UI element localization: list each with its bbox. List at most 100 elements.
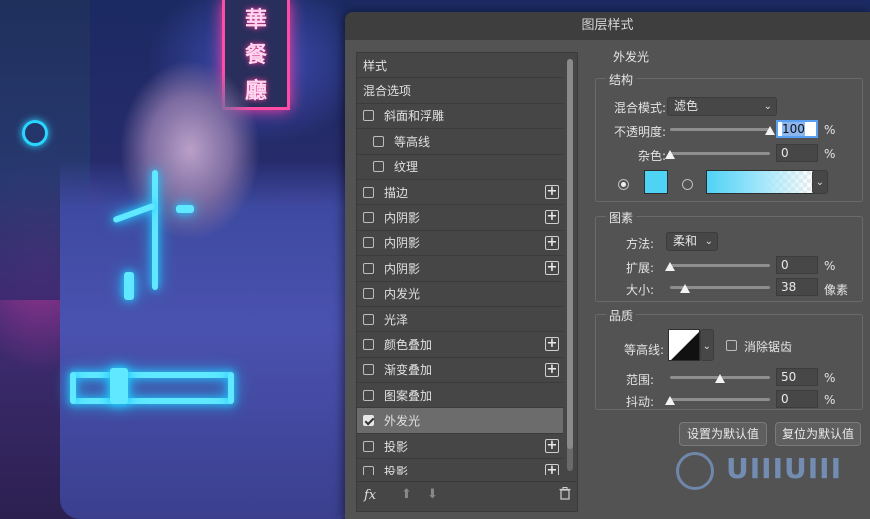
- style-list-item[interactable]: 光泽: [357, 307, 563, 333]
- style-list-item[interactable]: 纹理: [357, 155, 563, 180]
- add-style-plus-icon[interactable]: +: [545, 464, 559, 475]
- opacity-value: 100: [782, 122, 805, 136]
- neon-glow-stroke: [72, 398, 232, 404]
- noise-input[interactable]: 0: [776, 144, 818, 162]
- opacity-slider-thumb[interactable]: [765, 126, 775, 135]
- add-style-plus-icon[interactable]: +: [545, 438, 559, 453]
- contour-label: 等高线:: [624, 343, 665, 357]
- gradient-dropdown[interactable]: ⌄: [812, 170, 828, 194]
- style-checkbox[interactable]: [363, 338, 374, 350]
- style-list-item[interactable]: 内阴影 +: [357, 256, 563, 282]
- arrow-down-icon[interactable]: ⬇: [427, 487, 438, 502]
- neon-glow-stroke: [124, 272, 134, 300]
- style-checkbox[interactable]: [363, 110, 374, 122]
- trash-icon[interactable]: [559, 487, 571, 504]
- neon-glow-stroke: [72, 372, 232, 378]
- reset-default-button[interactable]: 复位为默认值: [775, 422, 861, 446]
- jitter-label: 抖动:: [626, 395, 655, 409]
- style-list-item[interactable]: 颜色叠加 +: [357, 332, 563, 358]
- add-style-plus-icon[interactable]: +: [545, 362, 559, 377]
- opacity-label: 不透明度:: [614, 125, 667, 139]
- method-select[interactable]: 柔和 ⌄: [666, 232, 718, 251]
- gradient-radio[interactable]: [682, 179, 693, 190]
- style-list-item[interactable]: 斜面和浮雕: [357, 104, 563, 130]
- style-item-label: 描边: [384, 185, 409, 200]
- outer-glow-heading: 外发光: [613, 50, 650, 64]
- style-checkbox[interactable]: [363, 364, 374, 376]
- antialias-checkbox[interactable]: [726, 340, 737, 351]
- spread-unit: %: [824, 259, 836, 273]
- style-checkbox[interactable]: [363, 262, 374, 274]
- size-input[interactable]: 38: [776, 278, 818, 296]
- style-checkbox[interactable]: [363, 465, 374, 475]
- neon-glow-stroke: [152, 170, 158, 290]
- style-list-item[interactable]: 等高线: [357, 129, 563, 155]
- neon-ring-sign: [22, 120, 48, 146]
- size-label: 大小:: [626, 283, 655, 297]
- opacity-slider[interactable]: [670, 128, 770, 131]
- glow-color-swatch[interactable]: [644, 170, 668, 194]
- noise-unit: %: [824, 147, 836, 161]
- style-list-item[interactable]: 内阴影 +: [357, 231, 563, 257]
- style-list-item[interactable]: 内阴影 +: [357, 205, 563, 231]
- style-list-item[interactable]: 外发光: [357, 408, 563, 434]
- style-list-item[interactable]: 投影 +: [357, 459, 563, 475]
- contour-dropdown[interactable]: ⌄: [700, 329, 714, 361]
- style-list-item[interactable]: 内发光: [357, 282, 563, 307]
- style-item-label: 外发光: [384, 414, 421, 429]
- size-slider-thumb[interactable]: [680, 284, 690, 293]
- style-checkbox[interactable]: [373, 161, 384, 173]
- chevron-down-icon: ⌄: [704, 236, 713, 247]
- style-checkbox[interactable]: [363, 313, 374, 325]
- style-checkbox[interactable]: [373, 135, 384, 147]
- style-item-label: 光泽: [384, 312, 409, 327]
- style-checkbox[interactable]: [363, 415, 374, 427]
- add-style-plus-icon[interactable]: +: [545, 184, 559, 199]
- style-checkbox[interactable]: [363, 440, 374, 452]
- arrow-up-icon[interactable]: ⬆: [401, 487, 412, 502]
- style-list-item[interactable]: 混合选项: [357, 78, 563, 104]
- noise-slider[interactable]: [670, 152, 770, 155]
- range-input[interactable]: 50: [776, 368, 818, 386]
- jitter-input[interactable]: 0: [776, 390, 818, 408]
- method-value: 柔和: [673, 234, 698, 248]
- style-list-item[interactable]: 图案叠加: [357, 383, 563, 409]
- jitter-slider[interactable]: [670, 398, 770, 401]
- opacity-unit: %: [824, 123, 836, 137]
- spread-label: 扩展:: [626, 261, 655, 275]
- style-list-item[interactable]: 渐变叠加 +: [357, 358, 563, 384]
- noise-slider-thumb[interactable]: [665, 150, 675, 159]
- contour-preview[interactable]: [668, 329, 700, 361]
- outer-glow-settings: 外发光 结构 混合模式: 滤色 ⌄ 不透明度: 100 % 杂色: 0 % ⌄ …: [595, 48, 870, 518]
- style-checkbox[interactable]: [363, 186, 374, 198]
- spread-slider[interactable]: [670, 264, 770, 267]
- spread-input[interactable]: 0: [776, 256, 818, 274]
- add-style-plus-icon[interactable]: +: [545, 235, 559, 250]
- style-checkbox[interactable]: [363, 288, 374, 300]
- add-style-plus-icon[interactable]: +: [545, 261, 559, 276]
- style-list-item[interactable]: 描边 +: [357, 180, 563, 206]
- style-checkbox[interactable]: [363, 389, 374, 401]
- blend-mode-select[interactable]: 滤色 ⌄: [667, 97, 777, 116]
- layer-style-dialog: 图层样式 样式 混合选项 斜面和浮雕 等高线 纹理 描边 + 内阴影 + 内阴影 + 内阴影 + 内发光光…: [345, 12, 870, 519]
- style-checkbox[interactable]: [363, 237, 374, 249]
- range-slider-thumb[interactable]: [715, 374, 725, 383]
- jitter-slider-thumb[interactable]: [665, 396, 675, 405]
- style-list-item[interactable]: 投影 +: [357, 434, 563, 460]
- blend-mode-value: 滤色: [674, 99, 699, 113]
- spread-slider-thumb[interactable]: [665, 262, 675, 271]
- fx-button[interactable]: fx: [364, 488, 376, 503]
- chevron-down-icon: ⌄: [815, 177, 824, 188]
- opacity-input[interactable]: 100: [776, 120, 818, 138]
- style-checkbox[interactable]: [363, 212, 374, 224]
- set-default-button[interactable]: 设置为默认值: [679, 422, 767, 446]
- style-list-item[interactable]: 样式: [357, 53, 563, 79]
- styles-scrollbar[interactable]: [567, 59, 573, 471]
- gradient-swatch[interactable]: [706, 170, 814, 194]
- solid-color-radio[interactable]: [618, 179, 629, 190]
- style-item-label: 投影: [384, 464, 409, 475]
- noise-label: 杂色:: [638, 149, 667, 163]
- add-style-plus-icon[interactable]: +: [545, 210, 559, 225]
- add-style-plus-icon[interactable]: +: [545, 337, 559, 352]
- scrollbar-thumb[interactable]: [567, 59, 573, 449]
